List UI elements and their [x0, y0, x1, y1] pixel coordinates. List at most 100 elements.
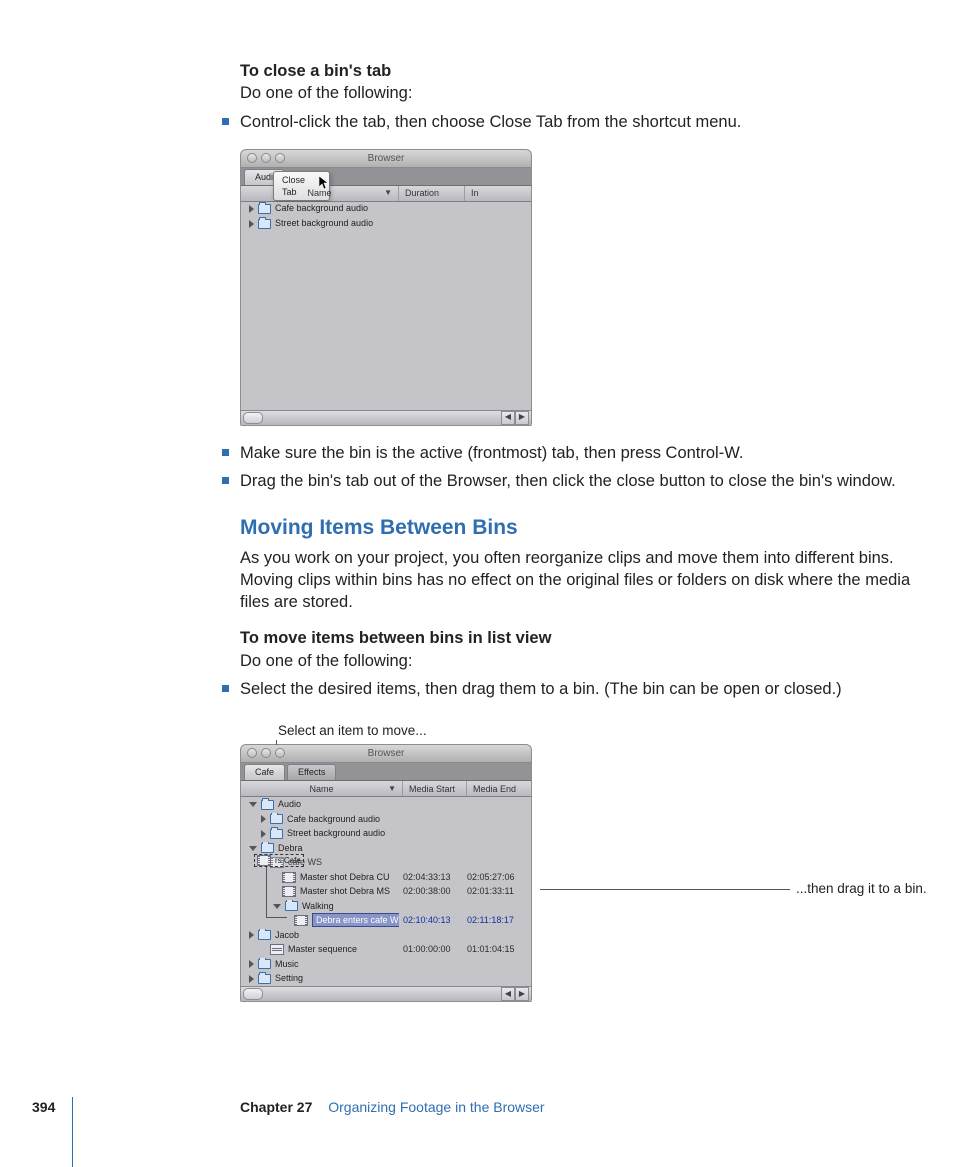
disclosure-icon[interactable]	[249, 205, 254, 213]
disclosure-icon[interactable]	[249, 975, 254, 983]
minimize-dot-icon[interactable]	[261, 748, 271, 758]
bullet-square-icon	[222, 449, 229, 456]
zoom-dot-icon[interactable]	[275, 153, 285, 163]
list-item[interactable]: Master shot Debra CU02:04:33:1302:05:27:…	[241, 870, 531, 885]
scroll-thumb[interactable]	[243, 412, 263, 424]
disclosure-icon[interactable]	[249, 960, 254, 968]
disclosure-icon[interactable]	[261, 815, 266, 823]
footer-chapter-label: Chapter 27	[240, 1099, 312, 1115]
move-items-heading: To move items between bins in list view …	[240, 627, 920, 672]
col-name[interactable]: Name ▼	[241, 781, 403, 796]
list-item[interactable]: Street background audio	[241, 826, 531, 841]
col-in[interactable]: In	[465, 186, 531, 201]
list-item[interactable]: Walking	[241, 899, 531, 914]
item-label: Jacob	[275, 930, 299, 940]
window-tabs: Cafe Effects	[241, 763, 531, 781]
col-media-start[interactable]: Media Start	[403, 781, 467, 796]
window-title: Browser	[368, 748, 405, 759]
list-item[interactable]: Cafe background audio	[241, 202, 531, 217]
bin-icon	[258, 204, 271, 214]
disclosure-open-icon[interactable]	[273, 904, 281, 909]
minimize-dot-icon[interactable]	[261, 153, 271, 163]
bullet-square-icon	[222, 477, 229, 484]
disclosure-open-icon[interactable]	[249, 846, 257, 851]
bin-icon	[285, 901, 298, 911]
page-footer: 394 Chapter 27 Organizing Footage in the…	[0, 1097, 954, 1117]
clip-icon	[282, 872, 296, 883]
sequence-icon	[270, 944, 284, 955]
col-label: Media Start	[409, 783, 455, 795]
col-duration[interactable]: Duration	[399, 186, 465, 201]
list-item[interactable]: cafe WS	[241, 855, 531, 870]
section-heading: Moving Items Between Bins	[240, 514, 920, 542]
callout-top: Select an item to move...	[278, 722, 760, 740]
tab-effects[interactable]: Effects	[287, 764, 336, 780]
bullet-b-1: Drag the bin's tab out of the Browser, t…	[222, 470, 920, 492]
col-media-end[interactable]: Media End	[467, 781, 531, 796]
disclosure-icon[interactable]	[249, 931, 254, 939]
list-item[interactable]: Debra enters cafe WS02:10:40:1302:11:18:…	[241, 913, 531, 928]
figure-1: Browser Audi Close Tab Name ▼	[240, 149, 920, 426]
clip-icon	[270, 857, 284, 868]
bullet-text: Make sure the bin is the active (frontmo…	[240, 442, 743, 464]
browser-window-2: Browser Cafe Effects Name ▼ Media Start …	[240, 744, 532, 1002]
traffic-lights	[247, 153, 285, 163]
disclosure-open-icon[interactable]	[249, 802, 257, 807]
move-items-title: To move items between bins in list view	[240, 629, 551, 647]
list-item[interactable]: Street background audio	[241, 216, 531, 231]
scroll-left-icon[interactable]: ◀	[501, 411, 515, 425]
item-label: Setting	[275, 973, 303, 983]
item-label: Music	[275, 959, 299, 969]
close-dot-icon[interactable]	[247, 153, 257, 163]
bullet-square-icon	[222, 685, 229, 692]
disclosure-icon[interactable]	[249, 220, 254, 228]
close-tab-sub: Do one of the following:	[240, 84, 412, 102]
scroll-right-icon[interactable]: ▶	[515, 987, 529, 1001]
tab-cafe[interactable]: Cafe	[244, 764, 285, 780]
list-item[interactable]: Setting	[241, 971, 531, 986]
scroll-left-icon[interactable]: ◀	[501, 987, 515, 1001]
list-item[interactable]: Audio	[241, 797, 531, 812]
cell-media-start: 02:10:40:13	[399, 914, 463, 926]
list-item[interactable]: Debra	[241, 841, 531, 856]
sort-indicator-icon: ▼	[384, 188, 392, 199]
cell-media-end: 02:01:33:11	[463, 885, 527, 897]
bin-icon	[258, 959, 271, 969]
item-label: Master shot Debra MS	[300, 886, 390, 896]
item-label: cafe WS	[288, 857, 322, 867]
scroll-right-icon[interactable]: ▶	[515, 411, 529, 425]
cell-media-start: 02:00:38:00	[399, 885, 463, 897]
window-tabs: Audi Close Tab	[241, 168, 531, 186]
footer-chapter-title: Organizing Footage in the Browser	[328, 1099, 544, 1115]
drag-guide-line	[266, 862, 267, 918]
browser-tab-audio[interactable]: Audi Close Tab	[244, 169, 284, 185]
bullet-square-icon	[222, 118, 229, 125]
disclosure-icon[interactable]	[261, 830, 266, 838]
scroll-thumb[interactable]	[243, 988, 263, 1000]
cell-media-end: 02:11:18:17	[463, 914, 527, 926]
column-header: Name ▼ Media Start Media End	[241, 781, 531, 797]
list-item[interactable]: Cafe background audio	[241, 812, 531, 827]
list-item[interactable]: Jacob	[241, 928, 531, 943]
list-item[interactable]: Master shot Debra MS 02:00:38:0002:01:33:…	[241, 884, 531, 899]
col-label: Duration	[405, 187, 439, 199]
clip-icon	[294, 915, 308, 926]
bin-icon	[270, 814, 283, 824]
item-label: Cafe background audio	[287, 814, 380, 824]
item-label: Street background audio	[275, 218, 373, 228]
list-item[interactable]: Master sequence01:00:00:0001:01:04:15	[241, 942, 531, 957]
close-dot-icon[interactable]	[247, 748, 257, 758]
list-item[interactable]: Music	[241, 957, 531, 972]
col-name[interactable]: Name ▼	[241, 186, 399, 201]
col-label: In	[471, 187, 479, 199]
item-label: Walking	[302, 901, 334, 911]
footer-chapter: Chapter 27 Organizing Footage in the Bro…	[240, 1099, 545, 1115]
bin-icon	[261, 843, 274, 853]
traffic-lights	[247, 748, 285, 758]
zoom-dot-icon[interactable]	[275, 748, 285, 758]
footer-rule	[72, 1097, 73, 1167]
callout-right: ...then drag it to a bin.	[540, 880, 927, 898]
window-title: Browser	[368, 153, 405, 164]
browser-body: Audio Cafe background audio Street backgro…	[241, 797, 531, 986]
bin-icon	[270, 829, 283, 839]
